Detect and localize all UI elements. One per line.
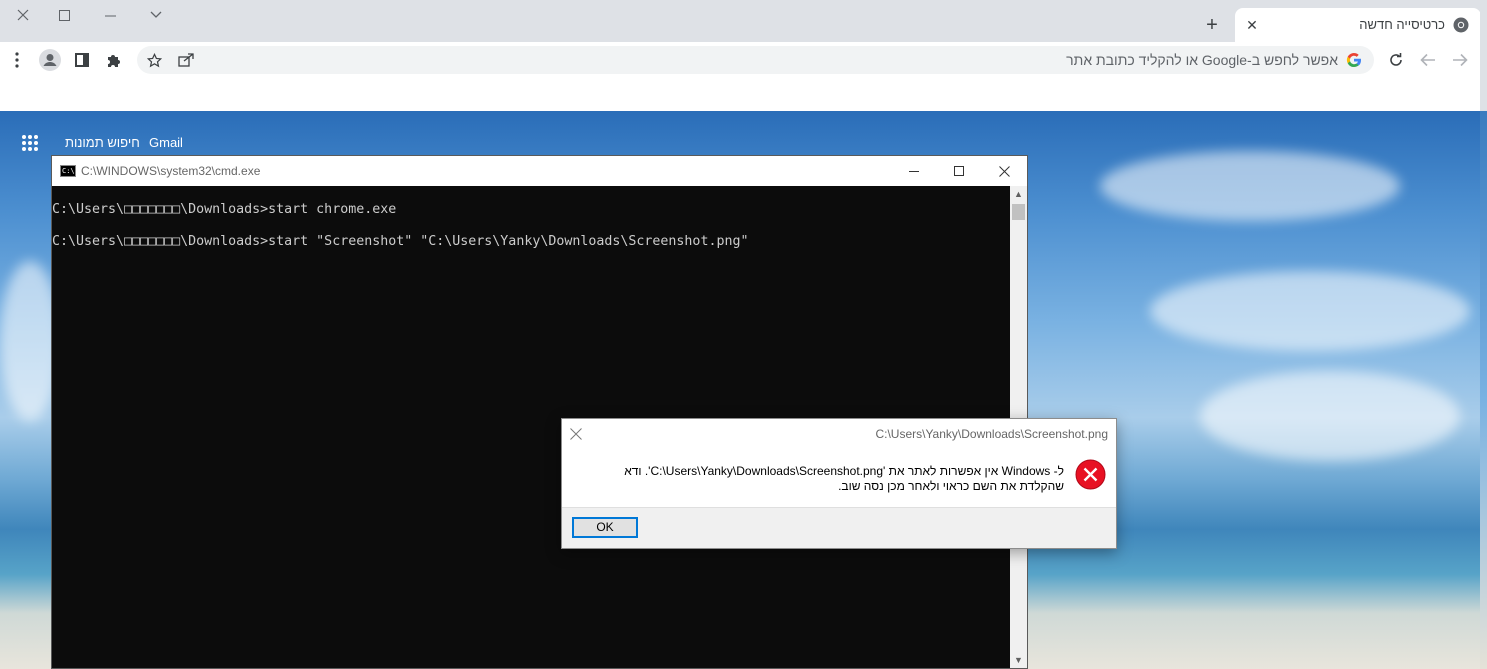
cloud	[1100, 151, 1400, 221]
puzzle-icon	[108, 55, 120, 67]
images-link[interactable]: חיפוש תמונות	[65, 135, 140, 150]
dialog-message-line: שהקלדת את השם כראוי ולאחר מכן נסה שוב.	[838, 479, 1064, 493]
cmd-icon: C:\	[60, 165, 76, 177]
cloud	[1150, 271, 1470, 351]
maximize-icon	[954, 166, 964, 176]
google-icon	[1346, 53, 1361, 68]
share-button[interactable]	[174, 48, 198, 72]
side-panel-button[interactable]	[70, 48, 94, 72]
tab-new-tab[interactable]: כרטיסייה חדשה ✕	[1235, 8, 1481, 42]
cmd-window: C:\ C:\WINDOWS\system32\cmd.exe C:\Users…	[51, 155, 1028, 669]
bookmark-star-button[interactable]	[142, 48, 166, 72]
arrow-left-icon	[1420, 53, 1435, 67]
reload-icon	[1390, 53, 1402, 66]
kebab-menu-icon	[15, 52, 19, 68]
minimize-icon	[104, 15, 116, 16]
console-line: C:\Users\□□□□□□□\Downloads>start "Screen…	[52, 234, 749, 249]
reload-button[interactable]	[1384, 48, 1408, 72]
new-tab-button[interactable]: +	[1200, 13, 1224, 37]
google-apps-button[interactable]	[22, 135, 38, 151]
window-maximize-button[interactable]	[41, 0, 87, 30]
close-icon	[998, 165, 1010, 177]
gmail-link[interactable]: Gmail	[149, 135, 183, 150]
star-icon	[146, 52, 162, 67]
browser-toolbar: אפשר לחפש ב-Google או להקליד כתובת אתר	[0, 42, 1487, 78]
tab-close-button[interactable]: ✕	[1243, 16, 1261, 34]
console-line: C:\Users\□□□□□□□\Downloads>start chrome.…	[52, 202, 397, 217]
cmd-minimize-button[interactable]	[891, 156, 937, 186]
scroll-thumb[interactable]	[1012, 204, 1025, 220]
close-icon	[17, 9, 29, 21]
maximize-icon	[58, 9, 70, 21]
window-minimize-button[interactable]	[87, 0, 133, 30]
close-icon	[570, 428, 582, 440]
arrow-right-icon	[1453, 53, 1468, 67]
minimize-icon	[909, 171, 919, 172]
plus-icon: +	[1206, 13, 1218, 36]
dialog-message-line: ל- Windows אין אפשרות לאתר את 'C:\Users\…	[624, 464, 1064, 478]
cmd-title: C:\WINDOWS\system32\cmd.exe	[81, 164, 261, 178]
share-icon	[178, 53, 194, 67]
forward-button[interactable]	[1416, 48, 1440, 72]
tab-strip: + כרטיסייה חדשה ✕	[0, 0, 1487, 42]
avatar-icon	[39, 49, 61, 71]
cmd-close-button[interactable]	[981, 156, 1027, 186]
dialog-title: C:\Users\Yanky\Downloads\Screenshot.png	[875, 427, 1108, 441]
cloud	[1200, 371, 1460, 461]
chrome-icon	[1453, 17, 1469, 33]
menu-button[interactable]	[5, 48, 29, 72]
bookmark-bar	[0, 78, 1480, 111]
chevron-down-icon	[150, 11, 162, 18]
window-edge	[1480, 0, 1487, 669]
back-button[interactable]	[1448, 48, 1472, 72]
profile-button[interactable]	[38, 48, 62, 72]
cmd-title-bar[interactable]: C:\ C:\WINDOWS\system32\cmd.exe	[52, 156, 1027, 186]
dialog-footer: OK	[562, 507, 1116, 548]
scroll-down-icon[interactable]: ▼	[1010, 652, 1027, 668]
error-icon	[1075, 459, 1106, 490]
ok-button[interactable]: OK	[572, 517, 638, 538]
scroll-up-icon[interactable]: ▲	[1010, 186, 1027, 202]
cmd-maximize-button[interactable]	[936, 156, 982, 186]
side-panel-icon	[75, 53, 89, 67]
extensions-button[interactable]	[102, 48, 126, 72]
address-input-placeholder[interactable]: אפשר לחפש ב-Google או להקליד כתובת אתר	[1066, 52, 1338, 68]
window-close-button[interactable]	[0, 0, 46, 30]
dialog-message: ל- Windows אין אפשרות לאתר את 'C:\Users\…	[604, 464, 1064, 494]
tab-search-button[interactable]	[133, 0, 179, 30]
address-bar[interactable]: אפשר לחפש ב-Google או להקליד כתובת אתר	[137, 46, 1374, 74]
tab-title: כרטיסייה חדשה	[1359, 17, 1445, 32]
error-dialog: C:\Users\Yanky\Downloads\Screenshot.png …	[561, 418, 1117, 549]
dialog-close-button[interactable]	[566, 424, 586, 444]
